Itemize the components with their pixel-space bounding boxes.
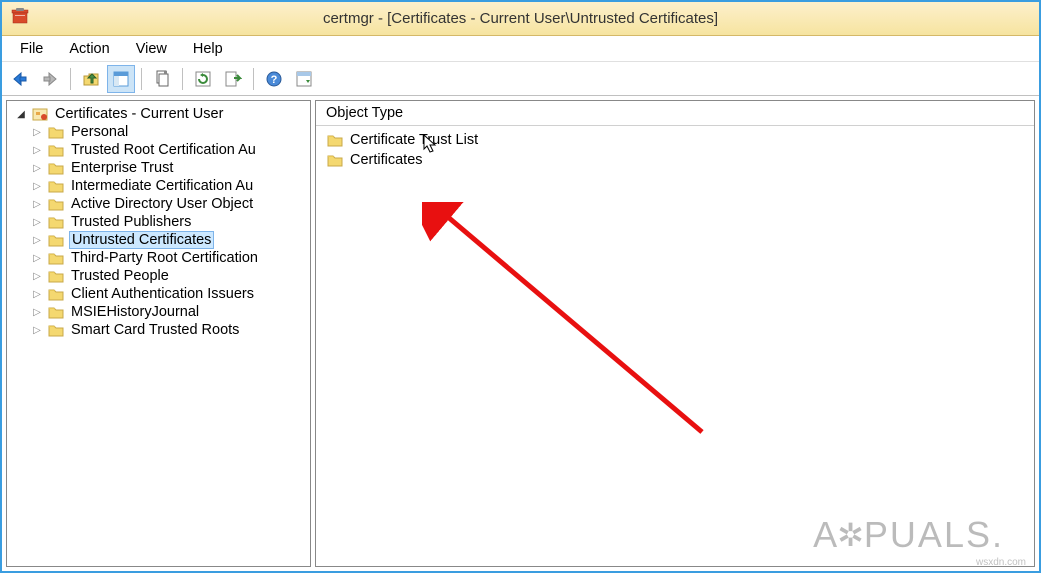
expander-icon[interactable]: ▷ <box>31 144 43 156</box>
certificates-root-icon <box>31 106 49 122</box>
help-button[interactable]: ? <box>260 65 288 93</box>
expander-icon[interactable]: ▷ <box>31 288 43 300</box>
content-area: ◢ Certificates - Current User ▷Personal▷… <box>2 96 1039 571</box>
menu-view[interactable]: View <box>124 39 179 59</box>
tree-item[interactable]: ▷ Trusted People <box>23 267 310 285</box>
back-button[interactable] <box>6 65 34 93</box>
tree-item-label: Untrusted Certificates <box>69 231 214 249</box>
tree-item-label: Client Authentication Issuers <box>69 286 256 302</box>
app-icon <box>10 7 30 30</box>
tree-panel[interactable]: ◢ Certificates - Current User ▷Personal▷… <box>6 100 311 567</box>
expander-icon[interactable]: ◢ <box>15 108 27 120</box>
options-button[interactable] <box>290 65 318 93</box>
tree-item[interactable]: ▷ Enterprise Trust <box>23 159 310 177</box>
tree-item-label: MSIEHistoryJournal <box>69 304 201 320</box>
expander-icon[interactable]: ▷ <box>31 126 43 138</box>
list-item[interactable]: Certificates <box>322 150 1028 170</box>
tree-item[interactable]: ▷ Trusted Publishers <box>23 213 310 231</box>
folder-icon <box>47 214 65 230</box>
menu-file[interactable]: File <box>8 39 55 59</box>
folder-icon <box>47 160 65 176</box>
list-item-label: Certificate Trust List <box>350 132 478 148</box>
menu-help[interactable]: Help <box>181 39 235 59</box>
tree-item[interactable]: ▷ Intermediate Certification Au <box>23 177 310 195</box>
tree-item-label: Third-Party Root Certification <box>69 250 260 266</box>
expander-icon[interactable]: ▷ <box>31 270 43 282</box>
watermark-prefix: A <box>813 514 839 556</box>
tree-root[interactable]: ◢ Certificates - Current User <box>7 105 310 123</box>
expander-icon[interactable]: ▷ <box>31 180 43 192</box>
tree-item[interactable]: ▷ Untrusted Certificates <box>23 231 310 249</box>
toolbar-separator <box>253 68 254 90</box>
folder-icon <box>47 196 65 212</box>
toolbar-separator <box>182 68 183 90</box>
expander-icon[interactable]: ▷ <box>31 198 43 210</box>
copy-button[interactable] <box>148 65 176 93</box>
tree-item-label: Enterprise Trust <box>69 160 175 176</box>
up-button[interactable] <box>77 65 105 93</box>
folder-icon <box>47 268 65 284</box>
gear-icon: ✲ <box>837 516 866 554</box>
toolbar-separator <box>141 68 142 90</box>
folder-icon <box>326 132 344 148</box>
expander-icon[interactable]: ▷ <box>31 306 43 318</box>
menu-action[interactable]: Action <box>57 39 121 59</box>
toolbar-separator <box>70 68 71 90</box>
folder-icon <box>47 304 65 320</box>
folder-icon <box>47 142 65 158</box>
folder-icon <box>326 152 344 168</box>
list-column-header[interactable]: Object Type <box>316 101 1034 126</box>
list-item-label: Certificates <box>350 152 423 168</box>
expander-icon[interactable]: ▷ <box>31 162 43 174</box>
list-panel[interactable]: Object Type Certificate Trust List Certif… <box>315 100 1035 567</box>
watermark-suffix: . <box>992 514 1004 556</box>
tree-root-label: Certificates - Current User <box>53 106 225 122</box>
folder-icon <box>47 124 65 140</box>
window-title: certmgr - [Certificates - Current User\U… <box>323 10 718 27</box>
folder-icon <box>47 250 65 266</box>
export-button[interactable] <box>219 65 247 93</box>
expander-icon[interactable]: ▷ <box>31 216 43 228</box>
tree-item[interactable]: ▷ Third-Party Root Certification <box>23 249 310 267</box>
tree-item-label: Smart Card Trusted Roots <box>69 322 241 338</box>
folder-icon <box>47 286 65 302</box>
tree-item[interactable]: ▷ Active Directory User Object <box>23 195 310 213</box>
toolbar: ? <box>2 62 1039 96</box>
tree-item-label: Personal <box>69 124 130 140</box>
expander-icon[interactable]: ▷ <box>31 252 43 264</box>
folder-icon <box>47 178 65 194</box>
show-hide-tree-button[interactable] <box>107 65 135 93</box>
expander-icon[interactable]: ▷ <box>31 324 43 336</box>
tree-item[interactable]: ▷ Smart Card Trusted Roots <box>23 321 310 339</box>
folder-icon <box>47 322 65 338</box>
tree-item[interactable]: ▷ MSIEHistoryJournal <box>23 303 310 321</box>
svg-text:?: ? <box>271 74 278 86</box>
menu-bar: File Action View Help <box>2 36 1039 62</box>
tree-item-label: Intermediate Certification Au <box>69 178 255 194</box>
tree-item-label: Active Directory User Object <box>69 196 255 212</box>
tree-item-label: Trusted People <box>69 268 171 284</box>
watermark: A ✲ PUALS . <box>813 514 1004 556</box>
folder-icon <box>47 232 65 248</box>
refresh-button[interactable] <box>189 65 217 93</box>
tree-item-label: Trusted Root Certification Au <box>69 142 258 158</box>
list-item[interactable]: Certificate Trust List <box>322 130 1028 150</box>
watermark-middle: PUALS <box>864 514 992 556</box>
tree-item[interactable]: ▷ Trusted Root Certification Au <box>23 141 310 159</box>
title-bar: certmgr - [Certificates - Current User\U… <box>2 2 1039 36</box>
forward-button[interactable] <box>36 65 64 93</box>
expander-icon[interactable]: ▷ <box>31 234 43 246</box>
tree-item[interactable]: ▷ Client Authentication Issuers <box>23 285 310 303</box>
tree-item-label: Trusted Publishers <box>69 214 193 230</box>
watermark-small: wsxdn.com <box>976 557 1026 567</box>
tree-item[interactable]: ▷ Personal <box>23 123 310 141</box>
